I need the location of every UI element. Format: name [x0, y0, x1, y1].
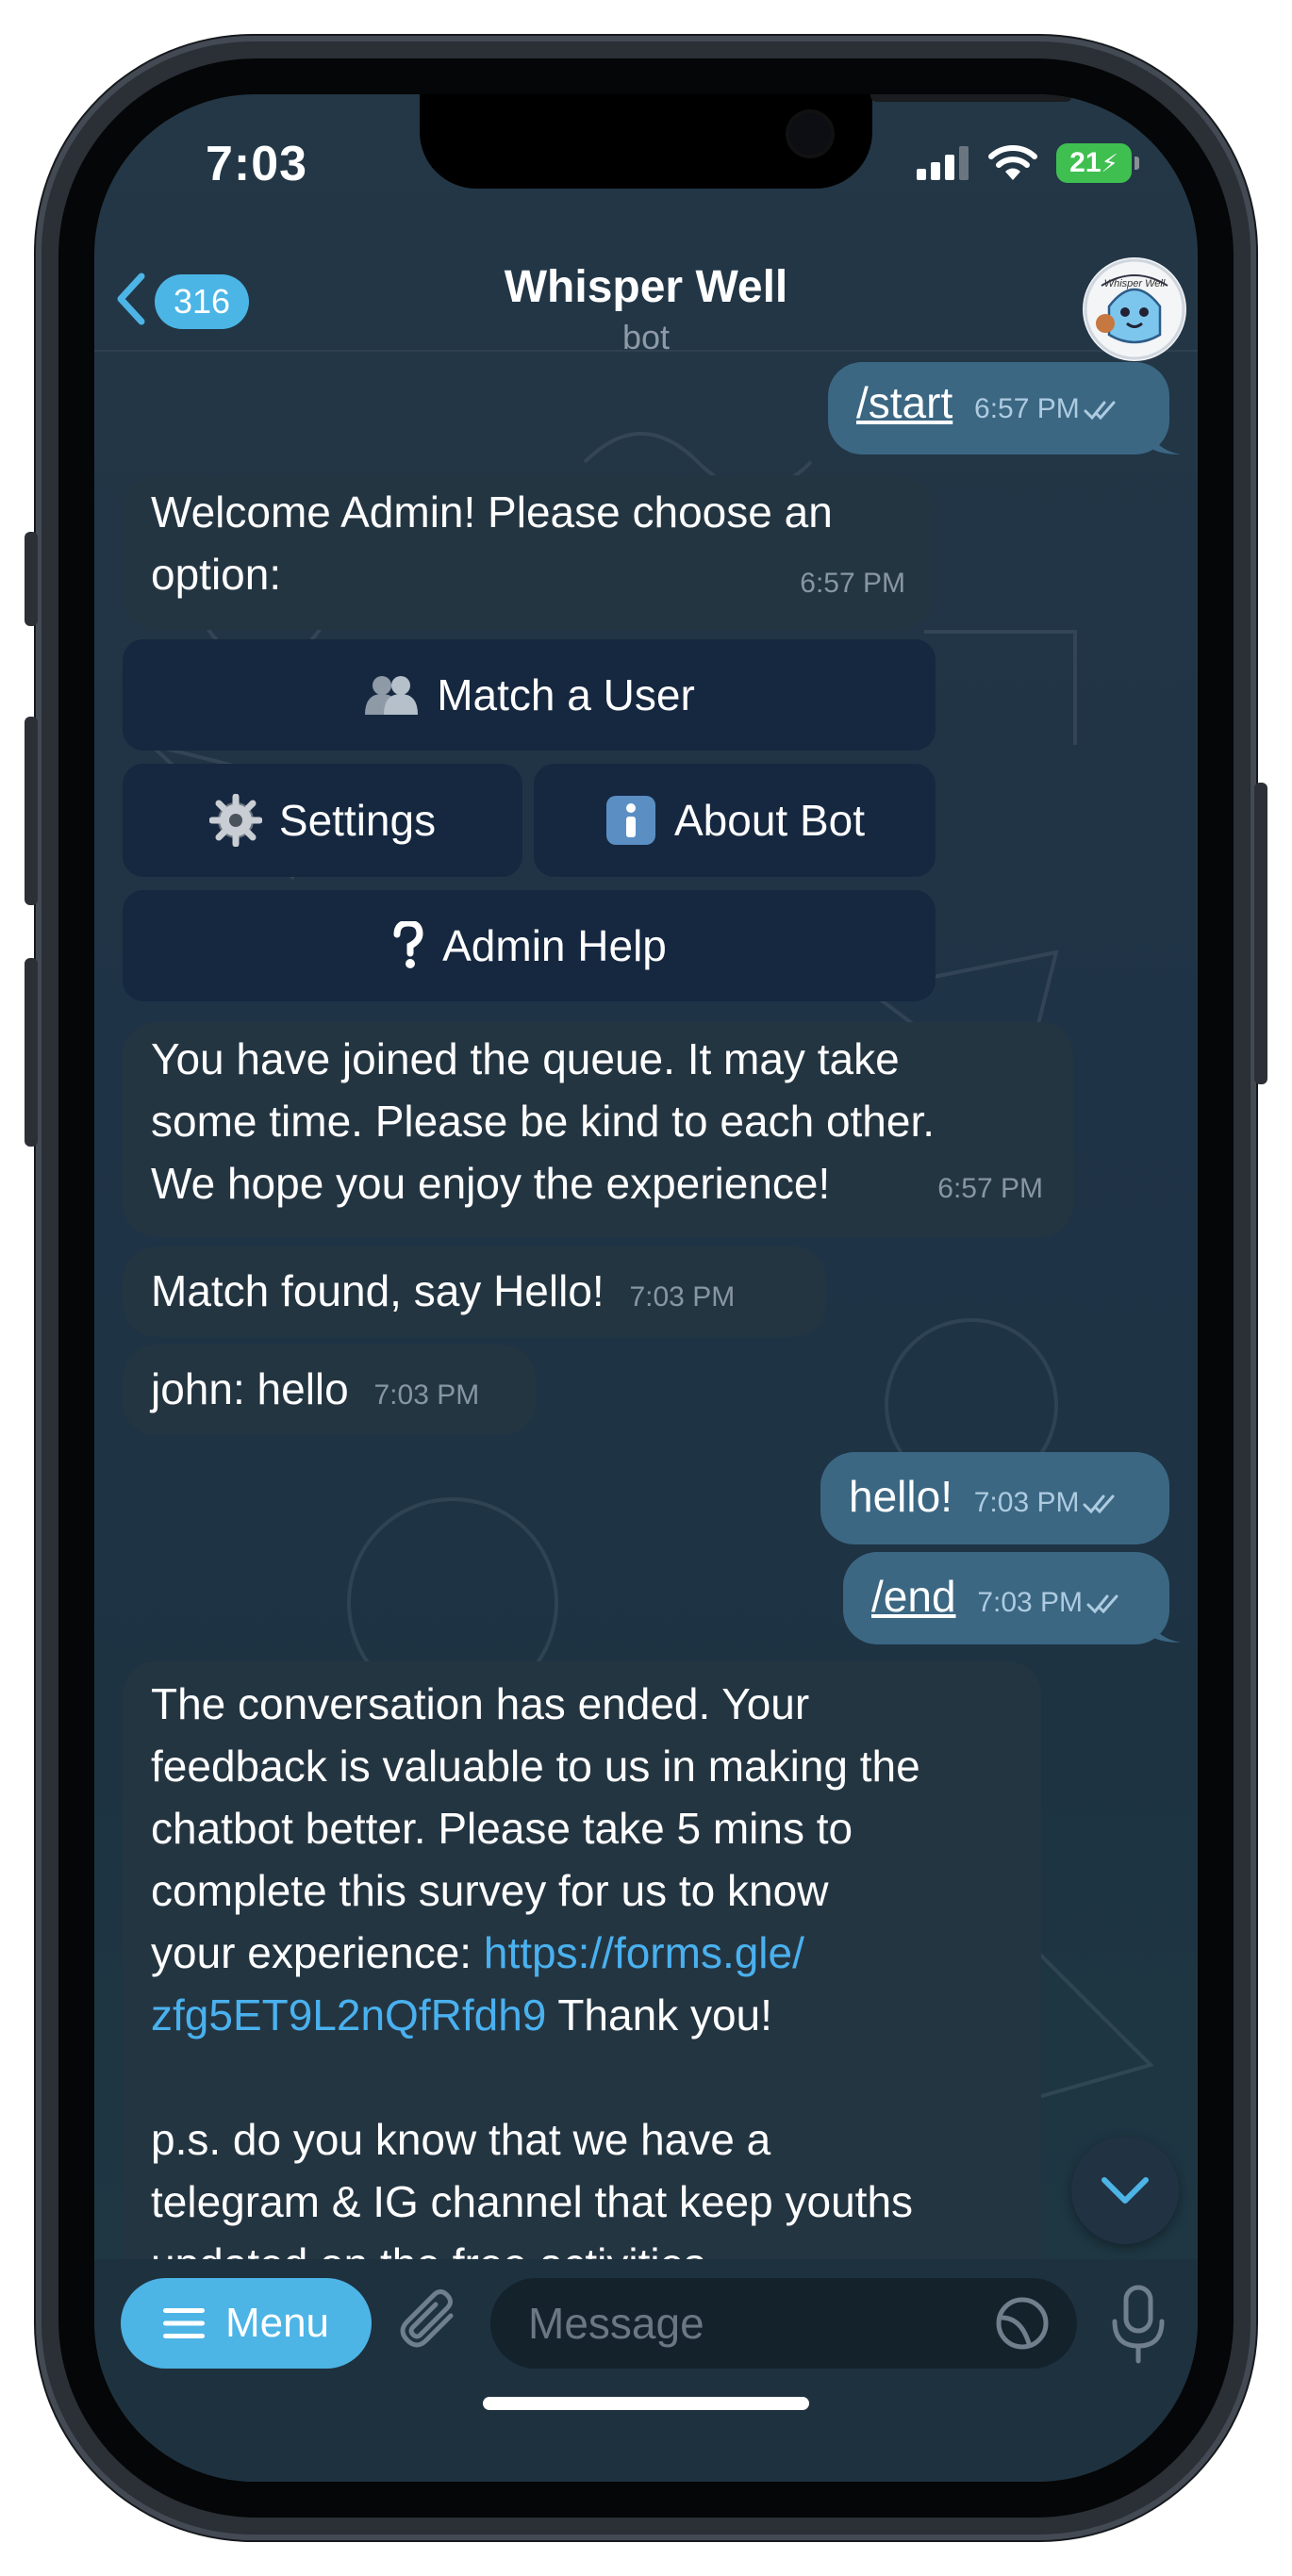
power-button — [1254, 783, 1267, 1084]
read-checks-icon — [1084, 401, 1116, 421]
message-time: 7:03 PM — [373, 1379, 480, 1411]
message-text: john: hello — [151, 1364, 349, 1413]
message-text: Match found, say Hello! — [151, 1266, 605, 1315]
bubble-tail — [1147, 421, 1181, 454]
settings-label: Settings — [278, 796, 437, 845]
screen: 7:03 21 ⚡ 316 Whisper Well bot Whisper W… — [94, 94, 1198, 2482]
message-placeholder: Message — [528, 2299, 704, 2348]
message-time: 6:57 PM — [974, 393, 1125, 424]
match-user-button[interactable]: Match a User — [123, 639, 936, 751]
battery-icon: 21 ⚡ — [1056, 143, 1139, 183]
message-text: You have joined the queue. It may take s… — [151, 1034, 936, 1208]
gear-icon — [208, 794, 262, 847]
action-button — [25, 532, 38, 626]
chat-title[interactable]: Whisper Well — [94, 261, 1198, 313]
message-time: 7:03 PM — [977, 1587, 1128, 1618]
outgoing-message[interactable]: hello! 7:03 PM — [820, 1452, 1169, 1544]
read-checks-icon — [1086, 1594, 1118, 1614]
home-indicator[interactable] — [483, 2397, 809, 2410]
status-icons: 21 ⚡ — [917, 138, 1139, 189]
read-checks-icon — [1083, 1494, 1115, 1514]
message-time: 7:03 PM — [629, 1281, 736, 1313]
command-text[interactable]: /end — [871, 1572, 956, 1621]
speaker-grille — [870, 94, 1072, 102]
battery-level: 21 — [1069, 147, 1102, 178]
command-text[interactable]: /start — [856, 378, 952, 427]
match-user-label: Match a User — [437, 670, 695, 719]
message-time: 7:03 PM — [974, 1487, 1125, 1518]
bot-menu-button[interactable]: Menu — [121, 2278, 372, 2369]
message-text: The conversation has ended. Your feedbac… — [151, 1673, 1013, 2295]
incoming-message[interactable]: Match found, say Hello! 7:03 PM — [123, 1247, 826, 1337]
settings-button[interactable]: Settings — [123, 764, 522, 877]
volume-down-button — [25, 958, 38, 1147]
incoming-message[interactable]: The conversation has ended. Your feedbac… — [123, 1661, 1041, 2321]
mascot-icon — [1084, 258, 1185, 360]
incoming-message[interactable]: john: hello 7:03 PM — [123, 1345, 536, 1435]
message-text: Welcome Admin! Please choose an option: — [151, 487, 833, 599]
info-icon — [605, 796, 655, 845]
microphone-icon[interactable] — [1105, 2284, 1171, 2365]
signal-icon — [917, 146, 969, 180]
front-camera — [789, 113, 831, 155]
scroll-to-bottom-button[interactable] — [1071, 2137, 1179, 2244]
bubble-tail — [1147, 1609, 1181, 1643]
chevron-down-icon — [1102, 2177, 1149, 2204]
wifi-icon — [988, 145, 1037, 180]
header-divider — [94, 350, 1198, 352]
chat-header: 316 Whisper Well bot Whisper Well — [94, 240, 1198, 361]
about-bot-label: About Bot — [673, 796, 866, 845]
volume-up-button — [25, 717, 38, 905]
two-people-icon — [365, 676, 419, 715]
status-time: 7:03 — [206, 137, 308, 191]
message-input-bar: Menu Message — [94, 2259, 1198, 2482]
incoming-message[interactable]: Welcome Admin! Please choose an option: … — [123, 475, 934, 630]
paperclip-icon[interactable] — [396, 2287, 468, 2359]
hamburger-icon — [162, 2308, 205, 2338]
menu-label: Menu — [224, 2300, 330, 2346]
sticker-icon[interactable] — [994, 2295, 1051, 2352]
message-time: 6:57 PM — [937, 1173, 1043, 1204]
incoming-message[interactable]: You have joined the queue. It may take s… — [123, 1022, 1073, 1237]
message-time: 6:57 PM — [800, 568, 905, 599]
avatar-logo-text: Whisper Well — [1103, 278, 1166, 289]
about-bot-button[interactable]: About Bot — [534, 764, 936, 877]
question-mark-icon — [393, 921, 423, 968]
outgoing-message[interactable]: /start 6:57 PM — [828, 362, 1169, 454]
outgoing-message[interactable]: /end 7:03 PM — [843, 1552, 1169, 1644]
bot-avatar[interactable]: Whisper Well — [1083, 257, 1186, 361]
admin-help-button[interactable]: Admin Help — [123, 890, 936, 1001]
message-text: hello! — [849, 1472, 952, 1521]
message-input[interactable]: Message — [490, 2278, 1077, 2369]
admin-help-label: Admin Help — [442, 921, 667, 970]
notch — [420, 94, 1072, 189]
